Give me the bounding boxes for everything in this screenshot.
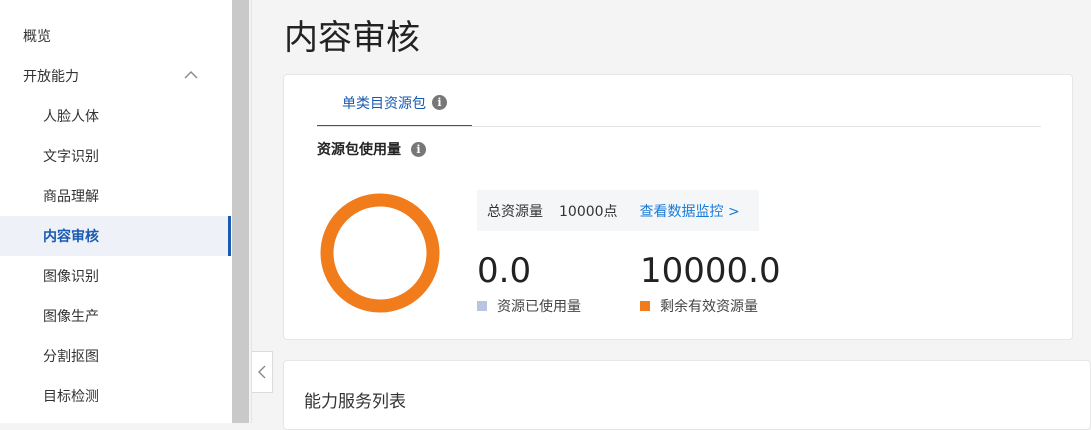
sidebar-item-ocr[interactable]: 文字识别 (0, 136, 228, 176)
sidebar-item-label: 内容审核 (43, 229, 99, 245)
resource-card: 单类目资源包 i 资源包使用量 i 总资源量 10000点 查看数据监控 > 0… (283, 74, 1073, 340)
sidebar-item-content-moderation[interactable]: 内容审核 (0, 216, 231, 256)
donut-remaining-arc (320, 193, 440, 313)
view-monitoring-link[interactable]: 查看数据监控 > (640, 201, 740, 221)
total-label: 总资源量 (487, 203, 543, 220)
legend-label: 资源已使用量 (497, 299, 581, 315)
sidebar-item-object-detection[interactable]: 目标检测 (0, 376, 228, 416)
section-title: 资源包使用量 i (317, 139, 426, 159)
sidebar-item-label: 商品理解 (43, 189, 99, 205)
sidebar-item-image-recognition[interactable]: 图像识别 (0, 256, 228, 296)
sidebar-item-face-body[interactable]: 人脸人体 (0, 96, 228, 136)
sidebar-item-label: 文字识别 (43, 149, 99, 165)
service-list-title: 能力服务列表 (304, 392, 406, 412)
tab-divider (317, 126, 1041, 127)
page-title: 内容审核 (284, 18, 420, 58)
chevron-up-icon[interactable] (184, 70, 198, 80)
sidebar-item-segmentation[interactable]: 分割抠图 (0, 336, 228, 376)
used-value: 0.0 (477, 251, 532, 291)
legend-remaining: 剩余有效资源量 (640, 296, 758, 316)
sidebar-item-label: 图像识别 (43, 269, 99, 285)
sidebar-item-overview[interactable]: 概览 (0, 16, 228, 56)
total-resource-box: 总资源量 10000点 查看数据监控 > (477, 190, 759, 231)
sidebar-item-label: 图像生产 (43, 309, 99, 325)
info-icon[interactable]: i (411, 141, 426, 157)
sidebar-item-label: 概览 (23, 29, 51, 45)
legend-label: 剩余有效资源量 (660, 299, 758, 315)
tab-label: 单类目资源包 (342, 96, 426, 112)
sidebar-item-label: 目标检测 (43, 389, 99, 405)
section-title-text: 资源包使用量 (317, 142, 401, 158)
total-value: 10000点 (559, 203, 618, 220)
sidebar-item-product-understanding[interactable]: 商品理解 (0, 176, 228, 216)
tab-single-category-package[interactable]: 单类目资源包 i (317, 95, 472, 127)
legend-swatch-used (477, 301, 487, 311)
legend-used: 资源已使用量 (477, 296, 581, 316)
sidebar-item-open-capabilities[interactable]: 开放能力 (0, 56, 228, 96)
sidebar-scrollbar[interactable] (232, 0, 249, 423)
sidebar-item-image-generation[interactable]: 图像生产 (0, 296, 228, 336)
usage-donut-chart (320, 193, 440, 313)
sidebar-item-label: 开放能力 (23, 69, 79, 85)
sidebar: 概览 开放能力 人脸人体 文字识别 商品理解 内容审核 图像识别 图像生产 分割… (0, 0, 232, 423)
service-list-card: 能力服务列表 (283, 360, 1091, 430)
legend-swatch-remaining (640, 301, 650, 311)
collapse-sidebar-button[interactable] (252, 351, 273, 393)
remaining-value: 10000.0 (640, 251, 781, 291)
sidebar-item-label: 分割抠图 (43, 349, 99, 365)
info-icon[interactable]: i (432, 95, 447, 110)
sidebar-item-label: 人脸人体 (43, 109, 99, 125)
chevron-left-icon (258, 365, 266, 379)
